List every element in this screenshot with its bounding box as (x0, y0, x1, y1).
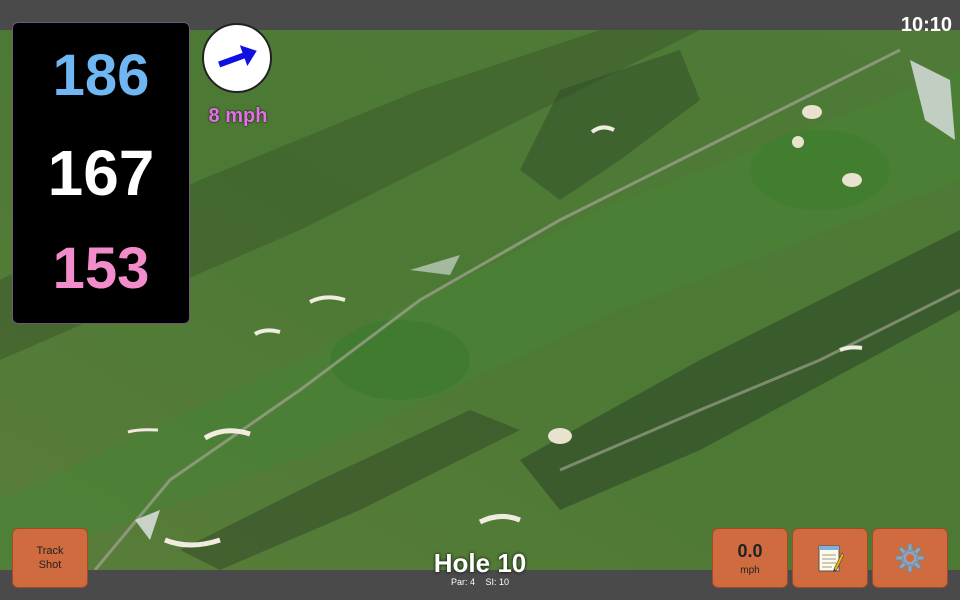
distance-front: 153 (52, 236, 150, 301)
arrow-right-icon (218, 45, 257, 68)
speed-value: 0.0 (737, 540, 763, 561)
distance-back: 186 (52, 43, 150, 108)
status-time: 10:10 (900, 14, 952, 36)
distance-middle: 167 (47, 137, 155, 209)
track-shot-label-line1: Track (36, 545, 64, 557)
wind-indicator (202, 23, 272, 93)
hole-stroke-index: SI: 10 (485, 577, 510, 587)
distance-panel: 186 167 153 (12, 22, 190, 324)
notepad-icon (818, 545, 844, 572)
speed-button[interactable]: 0.0 mph (712, 528, 788, 588)
hole-title: Hole 10 (433, 548, 527, 578)
hole-par: Par: 4 (450, 577, 475, 587)
notes-button[interactable] (792, 528, 868, 588)
gear-icon (895, 543, 925, 573)
settings-button[interactable] (872, 528, 948, 588)
speed-unit: mph (740, 564, 760, 576)
track-shot-button[interactable]: Track Shot (12, 528, 88, 588)
hole-info: Par: 4 SI: 10 (380, 577, 580, 587)
wind-speed-label: 8 mph (208, 105, 268, 127)
track-shot-label-line2: Shot (38, 559, 62, 571)
